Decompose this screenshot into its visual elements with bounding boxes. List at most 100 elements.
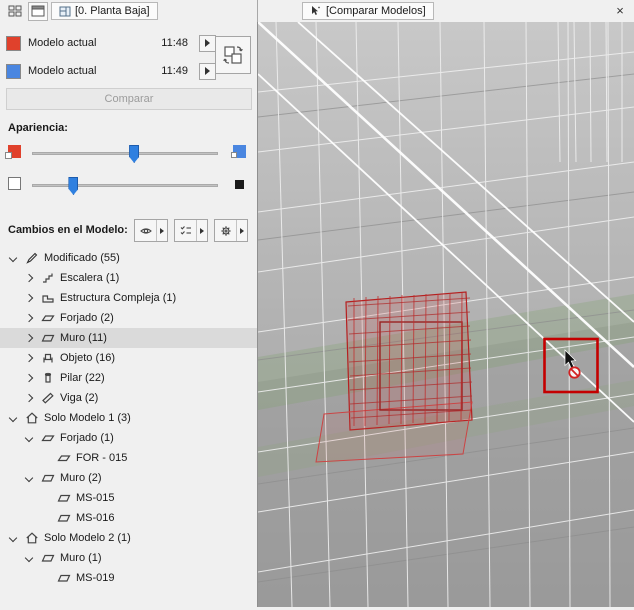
wall-icon [39, 551, 57, 565]
appearance-label: Apariencia: [8, 122, 68, 134]
tree-item-label: Muro (2) [60, 472, 102, 484]
chevron-right-icon[interactable] [22, 291, 36, 305]
chevron-down-icon[interactable] [6, 251, 20, 265]
object-icon [39, 351, 57, 365]
changes-header: Cambios en el Modelo: [0, 218, 258, 242]
model2-picker-button[interactable] [199, 62, 216, 80]
beam-icon [39, 391, 57, 405]
chevron-down-icon[interactable] [22, 431, 36, 445]
tree-item[interactable]: Solo Modelo 2 (1) [0, 528, 257, 548]
transparency-slider-row [0, 172, 258, 198]
tree-item-label: Estructura Compleja (1) [60, 292, 177, 304]
chevron-down-icon[interactable] [22, 551, 36, 565]
slider-thumb[interactable] [129, 145, 140, 163]
model-row-2: Modelo actual 11:49 [6, 60, 216, 82]
chevron-right-icon[interactable] [22, 391, 36, 405]
chevron-right-icon[interactable] [22, 271, 36, 285]
compare-sidebar: Modelo actual 11:48 Modelo actual 11:49 … [0, 22, 258, 607]
model-icon [23, 411, 41, 425]
black-swatch-icon [235, 180, 244, 189]
settings-gear-icon [215, 220, 236, 241]
settings-button[interactable] [214, 219, 248, 242]
tree-item-label: Escalera (1) [60, 272, 120, 284]
swap-models-button[interactable] [215, 36, 251, 74]
tree-item[interactable]: MS-019 [0, 568, 257, 588]
wall-icon [55, 511, 73, 525]
tree-item[interactable]: Forjado (1) [0, 428, 257, 448]
tree-item[interactable]: Muro (2) [0, 468, 257, 488]
list-filter-button[interactable] [174, 219, 208, 242]
tree-item-label: Viga (2) [60, 392, 99, 404]
chevron-right-icon[interactable] [22, 351, 36, 365]
tree-item[interactable]: Pilar (22) [0, 368, 257, 388]
tree-item[interactable]: Muro (1) [0, 548, 257, 568]
stair-icon [39, 271, 57, 285]
chevron-down-icon[interactable] [22, 471, 36, 485]
tree-item[interactable]: Muro (11) [0, 328, 257, 348]
chevron-right-icon[interactable] [22, 371, 36, 385]
model1-name: Modelo actual [28, 37, 97, 49]
tree-item-label: MS-015 [76, 492, 115, 504]
compare-button[interactable]: Comparar [6, 88, 252, 110]
slider-thumb[interactable] [68, 177, 79, 195]
tree-item-label: Modificado (55) [44, 252, 120, 264]
changes-label: Cambios en el Modelo: [8, 224, 128, 236]
left-header: [0. Planta Baja] [0, 0, 258, 22]
highlight-changes-button[interactable] [134, 219, 168, 242]
tree-item-label: Pilar (22) [60, 372, 105, 384]
highlight-changes-icon [135, 220, 156, 241]
chevron-right-icon[interactable] [22, 331, 36, 345]
right-header: [Comparar Modelos] × [258, 0, 634, 22]
tab-planta-baja[interactable]: [0. Planta Baja] [51, 2, 158, 20]
tree-item[interactable]: Objeto (16) [0, 348, 257, 368]
column-icon [39, 371, 57, 385]
tree-item[interactable]: Escalera (1) [0, 268, 257, 288]
close-icon[interactable]: × [612, 2, 628, 18]
tree-item-label: Forjado (1) [60, 432, 114, 444]
model2-color-swatch [6, 63, 21, 79]
white-corner-icon [5, 152, 12, 159]
panes-grid-icon[interactable] [5, 2, 25, 21]
panel-window-icon[interactable] [28, 1, 48, 21]
tree-item-label: Muro (11) [60, 332, 107, 344]
list-filter-icon [175, 220, 196, 241]
wall-icon [39, 471, 57, 485]
tree-item[interactable]: Forjado (2) [0, 308, 257, 328]
tree-item[interactable]: FOR - 015 [0, 448, 257, 468]
pencil-icon [23, 251, 41, 265]
model-icon [23, 531, 41, 545]
tree-item[interactable]: MS-016 [0, 508, 257, 528]
transparency-slider[interactable] [32, 177, 218, 195]
white-corner-icon [231, 152, 237, 158]
prohibition-icon [568, 366, 581, 379]
model1-time: 11:48 [161, 37, 188, 49]
dropdown-arrow-icon[interactable] [156, 220, 167, 241]
dropdown-arrow-icon[interactable] [196, 220, 207, 241]
chevron-down-icon[interactable] [6, 531, 20, 545]
3d-viewport[interactable] [257, 21, 634, 608]
chevron-down-icon[interactable] [6, 411, 20, 425]
complex-structure-icon [39, 291, 57, 305]
tab-planta-baja-label: [0. Planta Baja] [75, 5, 150, 17]
model1-picker-button[interactable] [199, 34, 216, 52]
tab-comparar-modelos[interactable]: [Comparar Modelos] [302, 2, 434, 20]
tree-item[interactable]: MS-015 [0, 488, 257, 508]
color-intensity-slider[interactable] [32, 145, 218, 163]
model1-color-swatch [6, 35, 21, 51]
tree-item[interactable]: Modificado (55) [0, 248, 257, 268]
model2-time: 11:49 [161, 65, 188, 77]
slab-icon [55, 451, 73, 465]
tree-item[interactable]: Viga (2) [0, 388, 257, 408]
tree-item[interactable]: Solo Modelo 1 (3) [0, 408, 257, 428]
slab-icon [39, 311, 57, 325]
swap-icon [223, 46, 243, 64]
chevron-right-icon[interactable] [22, 311, 36, 325]
wall-icon [39, 331, 57, 345]
triangle-right-icon [205, 67, 210, 75]
dropdown-arrow-icon[interactable] [236, 220, 247, 241]
changes-tree: Modificado (55) Escalera (1) Estructura Co… [0, 248, 257, 607]
tree-item[interactable]: Estructura Compleja (1) [0, 288, 257, 308]
wall-icon [55, 491, 73, 505]
